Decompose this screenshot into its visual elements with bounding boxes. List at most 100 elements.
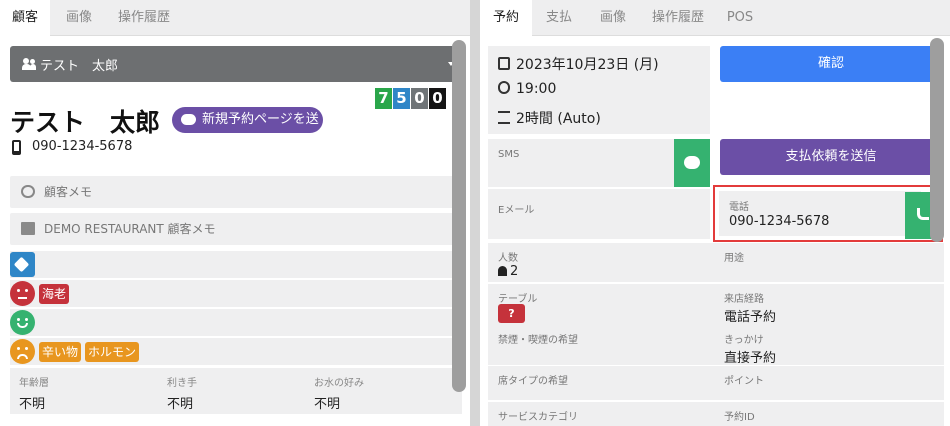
field-row: テーブル ? 来店経路 電話予約 <box>488 284 944 325</box>
tab-history[interactable]: 操作履歴 <box>644 0 712 36</box>
field-label: ポイント <box>724 376 764 387</box>
field-row: 席タイプの希望 ポイント <box>488 366 944 400</box>
pref-value: 不明 <box>19 397 46 412</box>
mobile-phone-icon <box>12 140 21 155</box>
field-seat-type[interactable]: 席タイプの希望 <box>488 366 710 400</box>
field-service-category[interactable]: サービスカテゴリ <box>488 402 710 426</box>
tab-pos[interactable]: POS <box>718 0 762 36</box>
field-table[interactable]: テーブル ? <box>488 284 710 325</box>
chat-bubble-icon <box>684 156 700 169</box>
field-row: サービスカテゴリ 予約ID <box>488 402 944 426</box>
tab-images[interactable]: 画像 <box>54 0 104 36</box>
field-label: サービスカテゴリ <box>498 412 578 423</box>
email-field[interactable]: Eメール <box>488 189 710 239</box>
field-visit-route[interactable]: 来店経路 電話予約 <box>714 284 936 325</box>
field-row: 禁煙・喫煙の希望 きっかけ 直接予約 <box>488 325 944 366</box>
tab-history[interactable]: 操作履歴 <box>110 0 178 36</box>
field-row: 人数 2 用途 <box>488 243 944 282</box>
frown-face-icon <box>10 339 35 364</box>
tab-customer[interactable]: 顧客 <box>0 0 50 37</box>
field-value: 電話予約 <box>724 310 777 325</box>
phone-icon <box>917 208 929 220</box>
confirm-button[interactable]: 確認 <box>720 46 942 82</box>
field-label: 人数 <box>498 253 518 264</box>
left-scrollbar[interactable] <box>452 40 466 392</box>
comment-icon <box>21 185 35 198</box>
pref-value: 不明 <box>314 397 341 412</box>
pref-label: お水の好み <box>314 378 364 389</box>
tab-payment[interactable]: 支払 <box>536 0 582 36</box>
restaurant-memo-label: DEMO RESTAURANT 顧客メモ <box>44 222 216 236</box>
field-label: きっかけ <box>724 335 764 346</box>
tag-chip[interactable]: 海老 <box>39 284 70 304</box>
person-icon <box>498 266 507 276</box>
email-label: Eメール <box>498 205 535 216</box>
tel-label: 電話 <box>729 202 749 213</box>
pref-label: 年齢層 <box>19 378 49 389</box>
tag-row-likes[interactable] <box>10 309 462 336</box>
tel-field[interactable]: 電話 090-1234-5678 <box>719 191 921 236</box>
reservation-duration-value: 2時間 (Auto) <box>516 111 601 127</box>
field-points[interactable]: ポイント <box>714 366 936 400</box>
tag-row-weak[interactable]: 辛い物 ホルモン <box>10 338 462 365</box>
send-sms-button[interactable] <box>674 139 710 187</box>
smile-face-icon <box>10 310 35 335</box>
sms-label: SMS <box>498 149 520 160</box>
rank-digit: 0 <box>411 88 428 109</box>
pref-label: 利き手 <box>167 378 197 389</box>
tag-chip[interactable]: 辛い物 <box>39 342 82 362</box>
hourglass-icon <box>498 111 510 124</box>
reservation-app: 顧客 画像 操作履歴 テスト 太郎 7 5 0 0 テスト 太郎 新規予約ページ… <box>0 0 950 426</box>
tab-reservation[interactable]: 予約 <box>480 0 532 37</box>
customer-rank-badge: 7 5 0 0 <box>375 88 447 109</box>
calendar-icon <box>498 57 510 70</box>
right-scrollbar[interactable] <box>930 38 944 242</box>
pref-handedness: 利き手 不明 <box>167 374 197 412</box>
reservation-panel: 予約 支払 画像 操作履歴 POS 2023年10月23日 (月) 19:00 … <box>480 0 950 426</box>
field-label: 予約ID <box>724 412 755 423</box>
field-trigger[interactable]: きっかけ 直接予約 <box>714 325 936 366</box>
customer-memo[interactable]: 顧客メモ <box>10 176 462 208</box>
dislike-face-icon <box>10 281 35 306</box>
reservation-duration: 2時間 (Auto) <box>498 108 601 128</box>
table-unassigned-icon[interactable]: ? <box>498 304 525 323</box>
rank-digit: 5 <box>393 88 410 109</box>
chat-bubble-icon <box>181 114 196 125</box>
panel-divider[interactable] <box>470 0 480 426</box>
rank-digit: 0 <box>429 88 446 109</box>
pref-water: お水の好み 不明 <box>314 374 364 412</box>
customer-tabs: 顧客 画像 操作履歴 <box>0 0 470 37</box>
field-smoking[interactable]: 禁煙・喫煙の希望 <box>488 325 710 365</box>
tag-row-dislikes[interactable]: 海老 <box>10 280 462 307</box>
shop-icon <box>21 222 35 235</box>
restaurant-memo[interactable]: DEMO RESTAURANT 顧客メモ <box>10 213 462 245</box>
field-reservation-id[interactable]: 予約ID <box>714 402 936 426</box>
pref-age: 年齢層 不明 <box>19 374 49 412</box>
send-reservation-page-label: 新規予約ページを送る <box>202 112 319 153</box>
pref-value: 不明 <box>167 397 194 412</box>
customer-memo-label: 顧客メモ <box>44 185 93 199</box>
tag-chip[interactable]: ホルモン <box>85 342 140 362</box>
tag-row-general[interactable] <box>10 251 462 278</box>
field-label: 用途 <box>724 253 744 264</box>
send-payment-request-button[interactable]: 支払依頼を送信 <box>720 139 942 175</box>
field-purpose[interactable]: 用途 <box>714 243 936 282</box>
customer-phone: 090-1234-5678 <box>12 139 133 155</box>
reservation-time-value: 19:00 <box>516 81 557 97</box>
reservation-date-value: 2023年10月23日 (月) <box>516 57 659 73</box>
rank-digit: 7 <box>375 88 392 109</box>
field-label: 席タイプの希望 <box>498 376 568 387</box>
reservation-date: 2023年10月23日 (月) <box>498 54 659 74</box>
field-party-size[interactable]: 人数 2 <box>488 243 710 282</box>
reservation-datetime[interactable]: 2023年10月23日 (月) 19:00 2時間 (Auto) <box>488 46 710 134</box>
tag-icon <box>10 252 35 277</box>
customer-phone-number: 090-1234-5678 <box>32 139 133 154</box>
tab-images[interactable]: 画像 <box>588 0 638 36</box>
party-size-value-wrap: 2 <box>498 264 518 279</box>
tel-value: 090-1234-5678 <box>729 214 830 229</box>
field-label: 禁煙・喫煙の希望 <box>498 335 578 346</box>
send-reservation-page-button[interactable]: 新規予約ページを送る <box>172 107 323 153</box>
customer-select-value: テスト 太郎 <box>40 59 119 74</box>
clock-icon <box>498 81 510 94</box>
customer-select[interactable]: テスト 太郎 <box>10 46 462 82</box>
